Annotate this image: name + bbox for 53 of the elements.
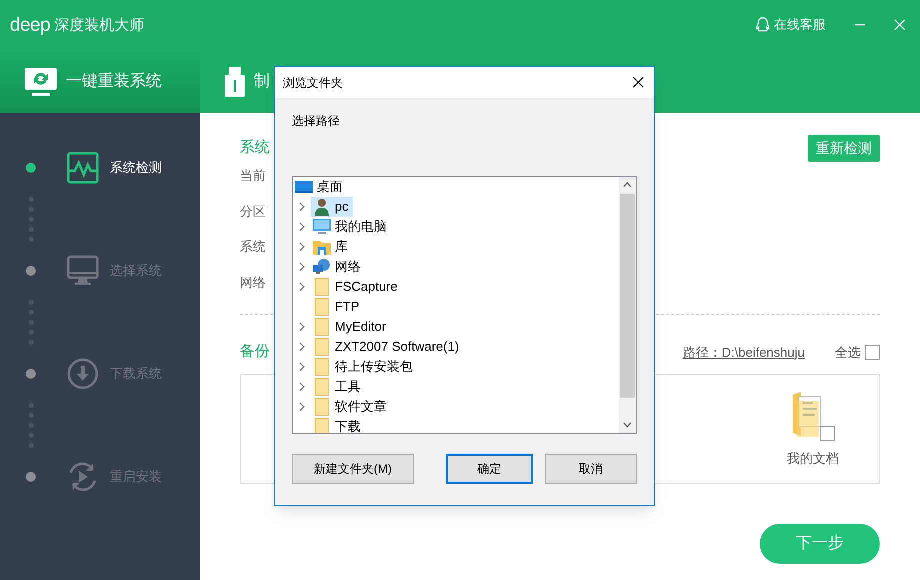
tree-item[interactable]: FSCapture: [311, 277, 402, 297]
computer-icon: [313, 219, 331, 235]
folder-icon: [315, 318, 329, 336]
info-label: 当前: [240, 167, 266, 185]
tree-item[interactable]: 我的电脑: [311, 217, 391, 237]
tree-item[interactable]: ZXT2007 Software(1): [311, 337, 464, 357]
folder-icon: [315, 378, 329, 396]
folder-icon: [315, 278, 329, 296]
step-label[interactable]: 系统检测: [110, 158, 162, 178]
tree-item[interactable]: 桌面: [293, 177, 347, 197]
folder-icon: [315, 418, 329, 433]
chat-penguin-icon[interactable]: [756, 17, 770, 33]
select-all-label: 全选: [835, 344, 861, 362]
backup-path-link[interactable]: 路径：D:\beifenshuju: [682, 342, 805, 362]
tree-item[interactable]: pc: [311, 197, 353, 217]
dialog-prompt: 选择路径: [292, 113, 341, 130]
tree-item[interactable]: 网络: [311, 257, 365, 277]
tree-item[interactable]: FTP: [311, 297, 364, 317]
tree-item[interactable]: 下载: [311, 417, 365, 433]
network-icon: [313, 259, 331, 275]
info-label: 网络: [240, 274, 266, 292]
tree-item[interactable]: 工具: [311, 377, 365, 397]
dialog-button[interactable]: 取消: [545, 454, 637, 484]
monitor-icon: [67, 255, 99, 287]
tree-item[interactable]: 软件文章: [311, 397, 391, 417]
dialog-button[interactable]: 确定: [446, 454, 533, 484]
pulse-monitor-icon: [67, 152, 99, 184]
backup-title: 备份: [240, 342, 270, 362]
scrollbar[interactable]: [619, 177, 636, 433]
info-label: 分区: [240, 202, 266, 220]
info-label: 系统: [240, 238, 266, 256]
desktop-icon: [295, 180, 313, 194]
document-checkbox[interactable]: [820, 426, 835, 440]
library-folder-icon: [313, 239, 331, 255]
backup-item-label: 我的文档: [787, 450, 839, 468]
app-logo: deep: [10, 16, 50, 34]
tree-item[interactable]: 待上传安装包: [311, 357, 417, 377]
tree-item[interactable]: 库: [311, 237, 352, 257]
download-icon: [67, 358, 99, 390]
app-title: 深度装机大师: [54, 14, 144, 36]
select-all-checkbox[interactable]: [865, 344, 880, 360]
tree-item[interactable]: MyEditor: [311, 317, 390, 337]
usb-drive-icon: [224, 66, 246, 98]
monitor-refresh-icon: [24, 66, 58, 96]
user-icon: [314, 198, 330, 216]
folder-icon: [315, 298, 329, 316]
dialog-title: 浏览文件夹: [283, 74, 343, 92]
section-title: 系统: [240, 138, 270, 158]
folder-icon: [315, 358, 329, 376]
folder-icon: [315, 338, 329, 356]
close-icon[interactable]: [633, 77, 644, 88]
folder-icon: [315, 398, 329, 416]
dialog-button[interactable]: 新建文件夹(M): [292, 454, 414, 484]
